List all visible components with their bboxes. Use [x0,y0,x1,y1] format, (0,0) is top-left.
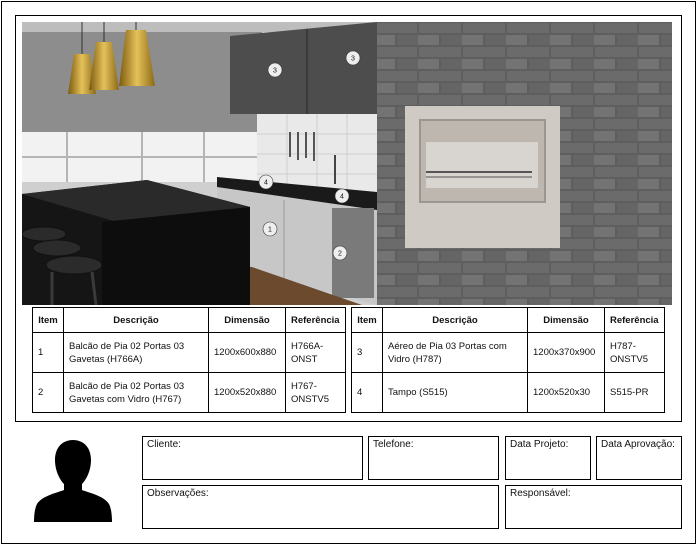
cell-dimensao: 1200x520x30 [527,372,605,413]
cell-referencia: H787-ONSTV5 [604,332,665,373]
table-row: 4 Tampo (S515) 1200x520x30 S515-PR [351,372,665,413]
items-table-right: Item Descrição Dimensão Referência 3 Aér… [351,307,665,413]
user-silhouette-icon [34,440,112,522]
telefone-label: Telefone: [373,439,414,450]
svg-text:3: 3 [351,56,355,63]
table-row: 1 Balcão de Pia 02 Portas 03 Gavetas (H7… [32,332,346,373]
responsavel-label: Responsável: [510,488,571,499]
marker-item-3-b: 3 [345,50,361,66]
header-dimensao: Dimensão [527,307,605,333]
responsavel-field[interactable]: Responsável: [505,485,682,529]
header-dimensao: Dimensão [208,307,286,333]
kitchen-render: 3 3 4 4 1 2 [22,22,672,305]
cell-dimensao: 1200x520x880 [208,372,286,413]
svg-text:1: 1 [268,227,272,234]
cell-referencia: S515-PR [604,372,665,413]
data-aprovacao-field[interactable]: Data Aprovação: [596,436,682,480]
items-table-left: Item Descrição Dimensão Referência 1 Bal… [32,307,346,413]
table-header-row: Item Descrição Dimensão Referência [351,307,665,333]
cell-item: 3 [351,332,383,373]
marker-item-2: 2 [332,245,348,261]
cell-descricao: Balcão de Pia 02 Portas 03 Gavetas (H766… [63,332,209,373]
observacoes-field[interactable]: Observações: [142,485,499,529]
observacoes-label: Observações: [147,488,209,499]
svg-text:2: 2 [338,251,342,258]
header-item: Item [32,307,64,333]
svg-text:3: 3 [273,68,277,75]
header-item: Item [351,307,383,333]
cell-dimensao: 1200x370x900 [527,332,605,373]
svg-text:4: 4 [264,180,268,187]
marker-item-3-a: 3 [267,62,283,78]
table-row: 2 Balcão de Pia 02 Portas 03 Gavetas com… [32,372,346,413]
svg-text:4: 4 [340,194,344,201]
header-descricao: Descrição [382,307,528,333]
cell-referencia: H767-ONSTV5 [285,372,346,413]
header-referencia: Referência [604,307,665,333]
data-aprovacao-label: Data Aprovação: [601,439,675,450]
data-projeto-label: Data Projeto: [510,439,569,450]
table-header-row: Item Descrição Dimensão Referência [32,307,346,333]
cell-item: 4 [351,372,383,413]
marker-item-1: 1 [262,221,278,237]
cell-descricao: Balcão de Pia 02 Portas 03 Gavetas com V… [63,372,209,413]
cliente-field[interactable]: Cliente: [142,436,363,480]
data-projeto-field[interactable]: Data Projeto: [505,436,591,480]
cell-descricao: Tampo (S515) [382,372,528,413]
cliente-label: Cliente: [147,439,181,450]
marker-item-4-b: 4 [334,188,350,204]
cell-dimensao: 1200x600x880 [208,332,286,373]
telefone-field[interactable]: Telefone: [368,436,499,480]
kitchen-render-image: 3 3 4 4 1 2 [22,22,672,305]
cell-item: 2 [32,372,64,413]
header-descricao: Descrição [63,307,209,333]
table-row: 3 Aéreo de Pia 03 Portas com Vidro (H787… [351,332,665,373]
header-referencia: Referência [285,307,346,333]
cell-item: 1 [32,332,64,373]
cell-descricao: Aéreo de Pia 03 Portas com Vidro (H787) [382,332,528,373]
cell-referencia: H766A-ONST [285,332,346,373]
marker-item-4-a: 4 [258,174,274,190]
